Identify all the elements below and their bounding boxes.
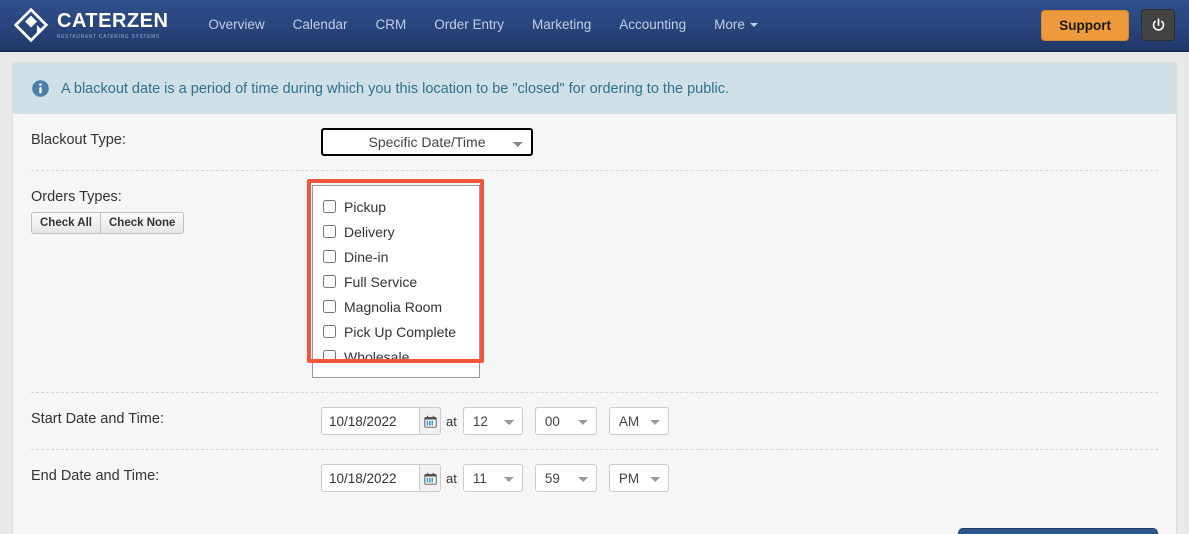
nav-label-marketing: Marketing	[532, 17, 592, 32]
order-type-item-dine-in[interactable]: Dine-in	[323, 244, 469, 269]
info-alert-text: A blackout date is a period of time duri…	[61, 80, 730, 97]
end-date-group	[321, 464, 441, 492]
order-type-checkbox-delivery[interactable]	[323, 225, 336, 238]
order-type-item-magnolia-room[interactable]: Magnolia Room	[323, 294, 469, 319]
order-type-item-full-service[interactable]: Full Service	[323, 269, 469, 294]
order-type-label-pickup: Pickup	[344, 198, 387, 215]
save-action-area: Save This Blackout Date	[13, 506, 1176, 534]
nav-label-more: More	[714, 17, 745, 32]
page-container: A blackout date is a period of time duri…	[0, 52, 1189, 534]
end-hour-select[interactable]: 11	[462, 464, 523, 492]
order-type-label-dine-in: Dine-in	[344, 248, 389, 265]
order-type-item-pick-up-complete[interactable]: Pick Up Complete	[323, 319, 469, 344]
start-date-calendar-button[interactable]	[419, 407, 441, 435]
order-type-checkbox-full-service[interactable]	[323, 275, 336, 288]
brand-name: CATERZEN	[57, 10, 169, 32]
nav-item-calendar[interactable]: Calendar	[279, 0, 362, 51]
nav-label-overview: Overview	[208, 17, 265, 32]
blackout-type-select[interactable]: Specific Date/Time	[321, 128, 533, 156]
blackout-type-field: Specific Date/Time	[321, 128, 1158, 156]
diamond-logo-icon	[14, 8, 48, 42]
row-blackout-type: Blackout Type: Specific Date/Time	[31, 114, 1158, 171]
end-date-calendar-button[interactable]	[419, 464, 441, 492]
start-at-text: at	[446, 413, 457, 429]
power-icon	[1152, 17, 1164, 31]
order-type-label-pick-up-complete: Pick Up Complete	[344, 323, 457, 340]
order-type-checkbox-magnolia-room[interactable]	[323, 300, 336, 313]
order-type-item-pickup[interactable]: Pickup	[323, 194, 469, 219]
info-alert: A blackout date is a period of time duri…	[13, 63, 1176, 114]
brand-logo-link[interactable]: CATERZEN RESTAURANT CATERING SYSTEMS	[14, 8, 168, 42]
order-types-label: Orders Types:	[31, 189, 122, 205]
end-at-text: at	[446, 470, 457, 486]
nav-item-accounting[interactable]: Accounting	[605, 0, 700, 51]
nav-label-crm: CRM	[375, 17, 407, 32]
nav-item-crm[interactable]: CRM	[361, 0, 420, 51]
order-types-label-block: Orders Types: Check All Check None	[31, 185, 321, 234]
order-type-label-magnolia-room: Magnolia Room	[344, 298, 443, 315]
top-navbar: CATERZEN RESTAURANT CATERING SYSTEMS Ove…	[0, 0, 1189, 52]
nav-item-more[interactable]: More	[700, 0, 772, 51]
order-type-item-wholesale[interactable]: Wholesale	[323, 344, 469, 369]
order-type-checkbox-pick-up-complete[interactable]	[323, 325, 336, 338]
nav-label-order-entry: Order Entry	[434, 17, 504, 32]
support-button[interactable]: Support	[1041, 9, 1129, 41]
start-date-input[interactable]	[321, 407, 419, 435]
row-start-datetime: Start Date and Time: 10/18/2022 at 12 00…	[31, 393, 1158, 450]
check-toggle-group: Check All Check None	[31, 212, 321, 234]
end-minute-select[interactable]: 59	[534, 464, 597, 492]
nav-item-overview[interactable]: Overview	[194, 0, 278, 51]
start-date-group	[321, 407, 441, 435]
nav-item-order-entry[interactable]: Order Entry	[420, 0, 518, 51]
order-types-field: Pickup Delivery Dine-in Full Service Mag…	[307, 179, 1158, 378]
order-type-checkbox-dine-in[interactable]	[323, 250, 336, 263]
blackout-date-card: A blackout date is a period of time duri…	[12, 62, 1177, 534]
blackout-form: Blackout Type: Specific Date/Time Orders…	[13, 114, 1176, 506]
row-end-datetime: End Date and Time: 10/18/2022 at 11 59 P…	[31, 450, 1158, 506]
start-datetime-label: Start Date and Time:	[31, 411, 164, 427]
row-order-types: Orders Types: Check All Check None Picku…	[31, 171, 1158, 393]
order-types-wrapper: Pickup Delivery Dine-in Full Service Mag…	[307, 179, 484, 378]
save-blackout-date-button[interactable]: Save This Blackout Date	[957, 528, 1158, 534]
logout-power-button[interactable]	[1141, 9, 1175, 41]
nav-item-marketing[interactable]: Marketing	[518, 0, 605, 51]
brand-tagline: RESTAURANT CATERING SYSTEMS	[57, 33, 160, 39]
order-type-label-full-service: Full Service	[344, 273, 418, 290]
nav-label-calendar: Calendar	[292, 17, 348, 32]
end-meridiem-select[interactable]: PM	[608, 464, 669, 492]
check-all-button[interactable]: Check All	[31, 212, 101, 234]
info-circle-icon	[32, 80, 49, 97]
main-nav: Overview Calendar CRM Order Entry Market…	[194, 0, 771, 50]
blackout-type-label: Blackout Type:	[31, 132, 126, 148]
order-type-checkbox-pickup[interactable]	[323, 200, 336, 213]
calendar-icon	[423, 472, 437, 485]
end-datetime-field: at 11 59 PM	[321, 464, 1158, 492]
calendar-icon	[423, 415, 437, 428]
order-type-label-delivery: Delivery	[344, 223, 395, 240]
nav-label-accounting: Accounting	[619, 17, 687, 32]
start-minute-select[interactable]: 00	[534, 407, 597, 435]
order-type-label-wholesale: Wholesale	[344, 348, 410, 365]
start-meridiem-select[interactable]: AM	[608, 407, 669, 435]
order-type-item-delivery[interactable]: Delivery	[323, 219, 469, 244]
start-datetime-field: at 12 00 AM	[321, 407, 1158, 435]
end-date-input[interactable]	[321, 464, 419, 492]
order-types-checkbox-list: Pickup Delivery Dine-in Full Service Mag…	[312, 185, 480, 378]
order-type-checkbox-wholesale[interactable]	[323, 350, 336, 363]
end-datetime-label: End Date and Time:	[31, 468, 160, 484]
navbar-right-actions: Support	[1041, 9, 1175, 41]
chevron-down-icon	[749, 23, 758, 27]
start-hour-select[interactable]: 12	[462, 407, 523, 435]
check-none-button[interactable]: Check None	[100, 212, 185, 234]
